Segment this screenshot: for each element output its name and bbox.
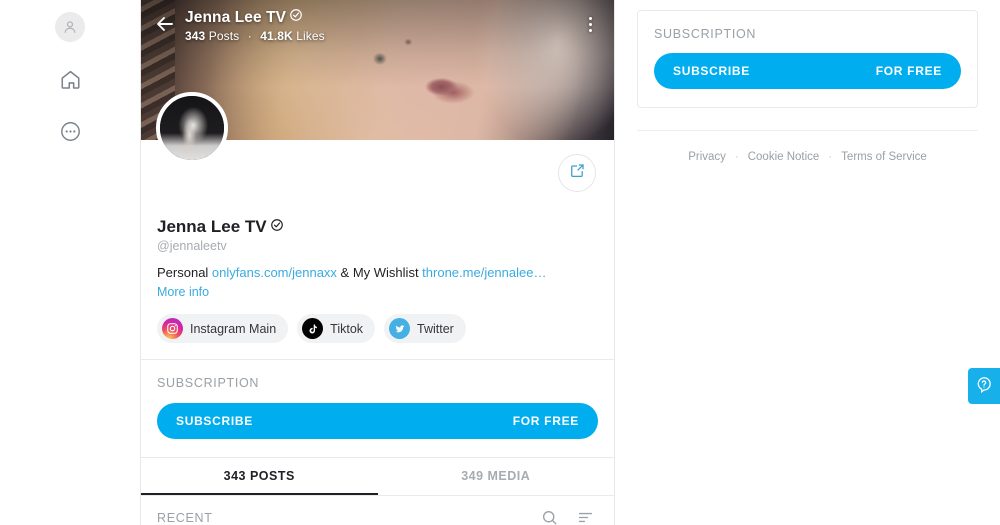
sort-icon[interactable] [574, 507, 596, 525]
avatar[interactable] [156, 92, 228, 164]
tab-media[interactable]: 349 MEDIA [378, 458, 615, 495]
display-name-text: Jenna Lee TV [157, 216, 267, 237]
subscribe-button-label: SUBSCRIBE [176, 414, 253, 428]
social-chip-label: Instagram Main [190, 322, 276, 336]
footer-link-privacy[interactable]: Privacy [688, 151, 726, 163]
subscription-label: SUBSCRIPTION [157, 376, 598, 390]
back-arrow-icon[interactable] [153, 12, 177, 36]
profile-avatar-row [141, 140, 614, 216]
profile-info: Jenna Lee TV @jennaleetv Personal onlyfa… [141, 216, 614, 301]
tab-posts[interactable]: 343 POSTS [141, 458, 378, 495]
social-chip-label: Twitter [417, 322, 454, 336]
bio-link-throne[interactable]: throne.me/jennalee… [422, 265, 546, 280]
subscribe-button-sidebar[interactable]: SUBSCRIBE FOR FREE [654, 53, 961, 89]
left-sidebar [0, 0, 140, 525]
twitter-icon [389, 318, 410, 339]
footer-link-terms-of-service[interactable]: Terms of Service [841, 151, 927, 163]
subscribe-button-label: SUBSCRIBE [673, 64, 750, 78]
subscribe-price-label: FOR FREE [876, 64, 942, 78]
likes-label: Likes [296, 29, 325, 43]
subscribe-button[interactable]: SUBSCRIBE FOR FREE [157, 403, 598, 439]
footer-links: Privacy · Cookie Notice · Terms of Servi… [637, 131, 978, 163]
subscription-section: SUBSCRIPTION SUBSCRIBE FOR FREE [141, 360, 614, 457]
cover-header-bar: Jenna Lee TV 343 Posts · 41.8K [141, 0, 614, 48]
tab-posts-label: 343 POSTS [224, 469, 295, 483]
profile-column: Jenna Lee TV 343 Posts · 41.8K [140, 0, 615, 525]
app-root: Jenna Lee TV 343 Posts · 41.8K [0, 0, 1000, 525]
verified-badge-icon [270, 216, 284, 237]
instagram-icon [162, 318, 183, 339]
help-button[interactable] [968, 368, 1000, 404]
subscription-card: SUBSCRIPTION SUBSCRIBE FOR FREE [637, 10, 978, 108]
sidebar-item-more[interactable] [53, 114, 87, 148]
search-icon[interactable] [538, 507, 560, 525]
social-chip-twitter[interactable]: Twitter [384, 314, 466, 343]
sidebar-item-profile[interactable] [53, 10, 87, 44]
list-header-title: RECENT [157, 511, 524, 525]
more-horizontal-icon [59, 120, 82, 143]
bio-middle: & My Wishlist [337, 265, 422, 280]
social-chip-label: Tiktok [330, 322, 363, 336]
share-button[interactable] [558, 154, 596, 192]
more-info-link[interactable]: More info [157, 285, 209, 299]
person-icon [55, 12, 85, 42]
help-question-icon [975, 375, 993, 398]
subscribe-price-label: FOR FREE [513, 414, 579, 428]
verified-badge-icon [289, 8, 303, 27]
stats-separator: · [248, 29, 252, 43]
footer-separator: · [828, 151, 832, 163]
cover-title-block: Jenna Lee TV 343 Posts · 41.8K [185, 8, 580, 43]
home-icon [59, 68, 82, 91]
username: @jennaleetv [157, 239, 596, 253]
posts-count: 343 [185, 29, 205, 43]
list-header: RECENT [141, 495, 614, 525]
bio-link-onlyfans[interactable]: onlyfans.com/jennaxx [212, 265, 337, 280]
bio-text: Personal onlyfans.com/jennaxx & My Wishl… [157, 264, 596, 281]
cover-name-text: Jenna Lee TV [185, 8, 286, 27]
social-chip-instagram[interactable]: Instagram Main [157, 314, 288, 343]
footer-link-cookie-notice[interactable]: Cookie Notice [748, 151, 820, 163]
likes-count: 41.8K [260, 29, 293, 43]
content-tabs: 343 POSTS 349 MEDIA [141, 457, 614, 495]
right-panel: SUBSCRIPTION SUBSCRIBE FOR FREE Privacy … [615, 0, 1000, 525]
bio-prefix: Personal [157, 265, 212, 280]
footer-separator: · [735, 151, 739, 163]
kebab-menu-icon[interactable] [580, 14, 600, 34]
tiktok-icon [302, 318, 323, 339]
tab-media-label: 349 MEDIA [461, 469, 530, 483]
share-icon [569, 162, 586, 184]
cover-stats: 343 Posts · 41.8K Likes [185, 29, 580, 43]
sidebar-item-home[interactable] [53, 62, 87, 96]
subscription-card-label: SUBSCRIPTION [654, 27, 961, 41]
social-links: Instagram Main Tiktok Twitter [141, 301, 614, 359]
page-title: Jenna Lee TV [157, 216, 596, 237]
cover-profile-name: Jenna Lee TV [185, 8, 580, 27]
posts-label: Posts [209, 29, 240, 43]
social-chip-tiktok[interactable]: Tiktok [297, 314, 375, 343]
